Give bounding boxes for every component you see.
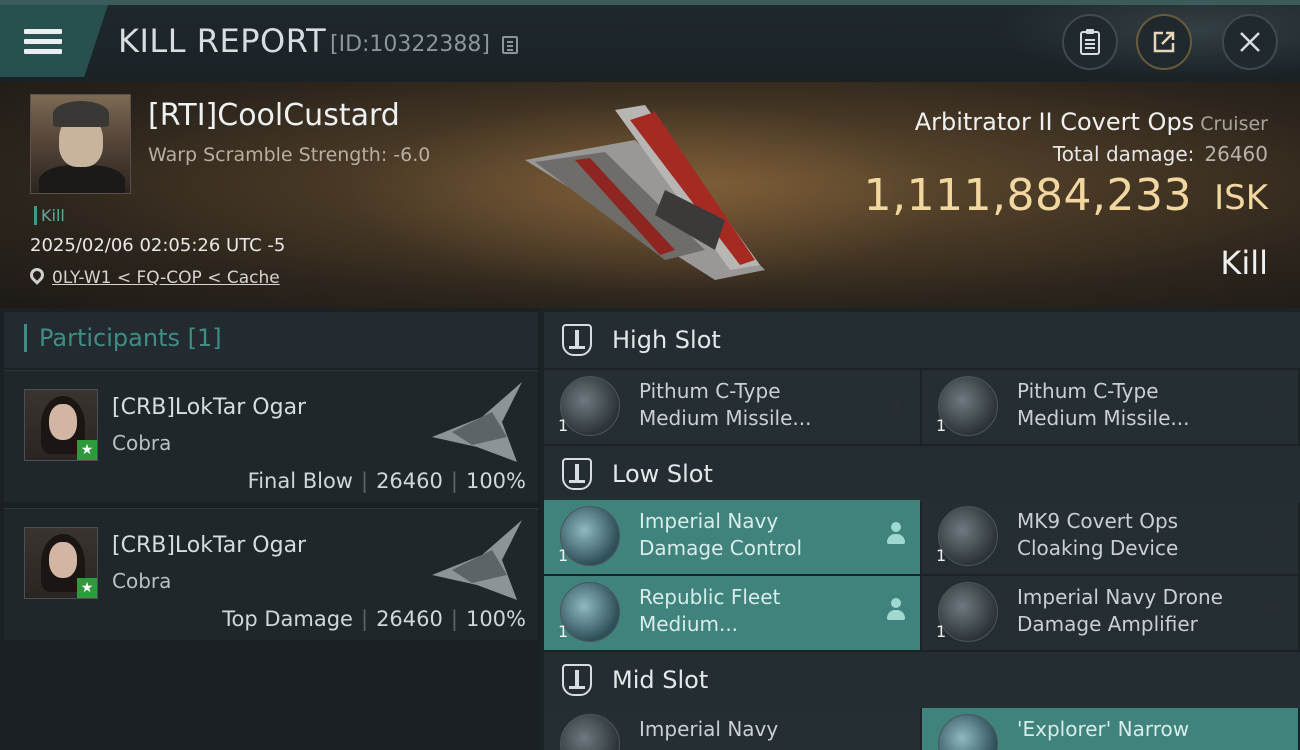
victim-name[interactable]: [RTI]CoolCustard: [148, 98, 400, 133]
module-name: Pithum C-Type Medium Missile...: [1017, 379, 1190, 430]
participant-name[interactable]: [CRB]LokTar Ogar: [112, 533, 306, 558]
module-name: MK9 Covert Ops Cloaking Device: [1017, 509, 1179, 560]
participant-avatar[interactable]: ★: [24, 527, 98, 599]
total-damage-value: 26460: [1204, 142, 1268, 166]
star-icon: ★: [77, 578, 97, 598]
module-high-1[interactable]: 1 Pithum C-Type Medium Missile... ✕: [544, 370, 920, 444]
module-mid-2[interactable]: 'Explorer' Narrow: [922, 708, 1298, 750]
ship-class: Cruiser: [1200, 113, 1268, 135]
dropped-person-icon: [886, 522, 906, 546]
participant-stats: Final Blow | 26460 | 100%: [247, 469, 526, 493]
clipboard-icon: [1080, 29, 1100, 55]
module-qty: 1: [936, 546, 947, 565]
module-low-2[interactable]: 1 MK9 Covert Ops Cloaking Device ✕: [922, 500, 1298, 574]
drone-amplifier-icon: [938, 582, 998, 642]
module-name: Imperial Navy: [639, 717, 779, 741]
total-damage-label: Total damage:: [1052, 142, 1195, 166]
participant-ship-image: [432, 520, 522, 600]
participant-ship: Cobra: [112, 431, 172, 455]
participant-row[interactable]: ★ [CRB]LokTar Ogar Cobra Top Damage | 2646…: [4, 508, 538, 640]
participant-ship: Cobra: [112, 569, 172, 593]
dropped-person-icon: [886, 598, 906, 622]
result-label: Kill: [1220, 244, 1268, 282]
participant-avatar[interactable]: ★: [24, 389, 98, 461]
destroyed-icon: ✕: [885, 392, 906, 420]
participant-row[interactable]: ★ [CRB]LokTar Ogar Cobra Final Blow | 2646…: [4, 370, 538, 502]
weapon-upgrade-icon: [560, 582, 620, 642]
report-id: [ID:10322388]: [330, 32, 490, 57]
participant-damage: 26460: [376, 607, 443, 631]
module-name: Imperial Navy Drone Damage Amplifier: [1017, 585, 1223, 636]
scanner-probe-icon: [938, 714, 998, 750]
module-qty: 1: [936, 622, 947, 641]
mid-slot-icon: [562, 664, 592, 696]
module-qty: 1: [558, 546, 569, 565]
high-slot-header: High Slot: [544, 312, 1300, 368]
copy-id-icon[interactable]: [502, 36, 518, 54]
destroyed-icon: ✕: [1263, 392, 1284, 420]
participant-damage: 26460: [376, 469, 443, 493]
participant-stats: Top Damage | 26460 | 100%: [222, 607, 526, 631]
victim-ship-name[interactable]: Arbitrator II Covert Ops Cruiser: [915, 108, 1268, 136]
participant-ship-image: [432, 382, 522, 462]
victim-ship-image: [525, 105, 765, 280]
close-icon: [1240, 32, 1260, 52]
module-low-3[interactable]: 1 Republic Fleet Medium...: [544, 576, 920, 650]
page-title: KILL REPORT: [118, 22, 327, 60]
participants-title: Participants [1]: [24, 324, 222, 352]
star-icon: ★: [77, 440, 97, 460]
module-low-1[interactable]: 1 Imperial Navy Damage Control: [544, 500, 920, 574]
module-name: Republic Fleet Medium...: [639, 585, 781, 636]
close-button[interactable]: [1222, 14, 1278, 70]
module-qty: 1: [558, 622, 569, 641]
high-slot-icon: [562, 324, 592, 356]
module-qty: 1: [936, 416, 947, 435]
low-slot-header: Low Slot: [544, 446, 1300, 502]
missile-launcher-icon: [560, 376, 620, 436]
participant-percent: 100%: [465, 469, 526, 493]
low-slot-title: Low Slot: [612, 460, 713, 488]
destroyed-icon: ✕: [1263, 522, 1284, 550]
location-link[interactable]: 0LY-W1 < FQ-COP < Cache: [52, 268, 280, 288]
participant-percent: 100%: [465, 607, 526, 631]
mid-slot-header: Mid Slot: [544, 652, 1300, 708]
kill-datetime: 2025/02/06 02:05:26 UTC -5: [30, 235, 286, 256]
share-button[interactable]: [1136, 14, 1192, 70]
isk-unit: ISK: [1214, 178, 1268, 218]
low-slot-icon: [562, 458, 592, 490]
total-damage: Total damage: 26460: [1053, 142, 1268, 166]
victim-avatar[interactable]: [30, 94, 131, 194]
participant-role: Final Blow: [247, 469, 353, 493]
destroyed-icon: ✕: [1263, 598, 1284, 626]
mid-module-icon: [560, 714, 620, 750]
high-slot-title: High Slot: [612, 326, 721, 354]
damage-control-icon: [560, 506, 620, 566]
hamburger-icon: [24, 24, 62, 59]
module-low-4[interactable]: 1 Imperial Navy Drone Damage Amplifier ✕: [922, 576, 1298, 650]
mid-slot-title: Mid Slot: [612, 666, 709, 694]
module-name: Imperial Navy Damage Control: [639, 509, 803, 560]
share-icon: [1153, 31, 1175, 53]
module-name: Pithum C-Type Medium Missile...: [639, 379, 812, 430]
ship-name-text: Arbitrator II Covert Ops: [914, 108, 1195, 136]
missile-launcher-icon: [938, 376, 998, 436]
module-name: 'Explorer' Narrow: [1017, 717, 1190, 741]
isk-value: 1,111,884,233: [863, 170, 1192, 221]
module-high-2[interactable]: 1 Pithum C-Type Medium Missile... ✕: [922, 370, 1298, 444]
participant-role: Top Damage: [222, 607, 353, 631]
cloaking-device-icon: [938, 506, 998, 566]
warp-scramble-strength: Warp Scramble Strength: -6.0: [148, 144, 431, 166]
module-mid-1[interactable]: Imperial Navy: [544, 708, 920, 750]
clipboard-button[interactable]: [1062, 14, 1118, 70]
kill-tag: Kill: [34, 206, 65, 225]
participant-name[interactable]: [CRB]LokTar Ogar: [112, 395, 306, 420]
module-qty: 1: [558, 416, 569, 435]
